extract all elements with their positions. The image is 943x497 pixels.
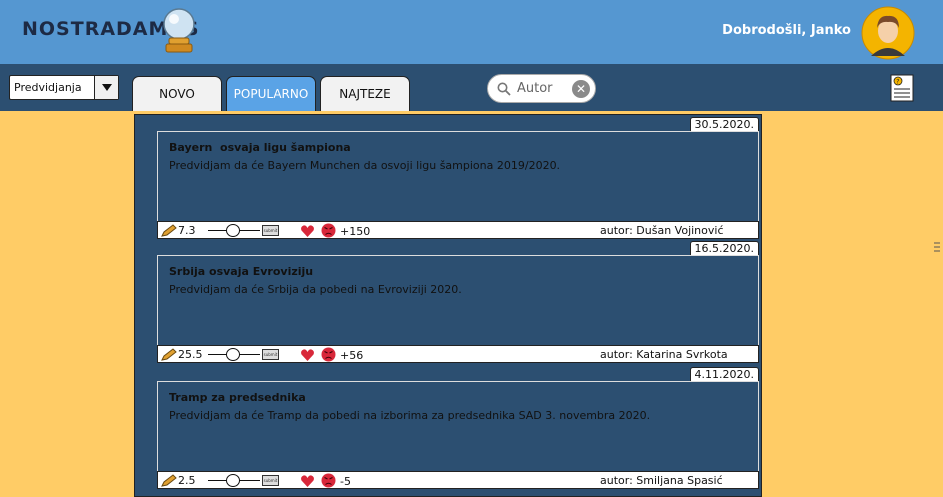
rules-document-icon[interactable]: ?: [890, 74, 914, 102]
search-input[interactable]: Autor: [517, 81, 553, 96]
welcome-message: Dobrodošli, Janko: [722, 23, 851, 38]
pencil-icon: [161, 348, 177, 361]
clear-icon[interactable]: ✕: [572, 80, 590, 98]
crystal-ball-icon: [163, 8, 195, 53]
card-footer: 25.5 submit +56 autor: Katarina Svrkota: [157, 345, 759, 363]
tab-popularno[interactable]: POPULARNO: [226, 76, 316, 111]
prediction-feed: 30.5.2020. Bayern osvaja ligu šampiona P…: [134, 114, 762, 497]
angry-face-icon[interactable]: [321, 347, 336, 362]
search-icon: [497, 82, 511, 96]
card-text: Predvidjam da će Tramp da pobedi na izbo…: [169, 409, 651, 422]
submit-rating-button[interactable]: submit: [262, 225, 279, 236]
card-body[interactable]: Srbija osvaja Evroviziju Predvidjam da ć…: [157, 255, 759, 346]
card-footer: 2.5 submit -5 autor: Smiljana Spasić: [157, 471, 759, 489]
prediction-card: 30.5.2020. Bayern osvaja ligu šampiona P…: [157, 117, 759, 240]
tab-najteze[interactable]: NAJTEZE: [320, 76, 410, 111]
card-text: Predvidjam da će Srbija da pobedi na Evr…: [169, 283, 462, 296]
author-label[interactable]: autor: Smiljana Spasić: [600, 474, 723, 487]
rating-slider-knob[interactable]: [226, 348, 240, 361]
heart-icon[interactable]: [300, 474, 315, 488]
vote-count: +150: [340, 225, 371, 238]
author-label[interactable]: autor: Dušan Vojinović: [600, 224, 724, 237]
heart-icon[interactable]: [300, 348, 315, 362]
heart-icon[interactable]: [300, 224, 315, 238]
vote-count: +56: [340, 349, 364, 362]
rating-slider-knob[interactable]: [226, 474, 240, 487]
card-body[interactable]: Tramp za predsednika Predvidjam da će Tr…: [157, 381, 759, 472]
pencil-icon: [161, 474, 177, 487]
rating-slider-knob[interactable]: [226, 224, 240, 237]
submit-rating-button[interactable]: submit: [262, 349, 279, 360]
user-avatar-icon[interactable]: [861, 6, 915, 60]
angry-face-icon[interactable]: [321, 223, 336, 238]
prediction-card: 16.5.2020. Srbija osvaja Evroviziju Pred…: [157, 241, 759, 364]
card-title: Srbija osvaja Evroviziju: [169, 265, 314, 278]
chevron-down-icon[interactable]: [94, 76, 118, 99]
vote-count: -5: [340, 475, 351, 488]
difficulty-score: 2.5: [178, 474, 196, 487]
card-footer: 7.3 submit +150 autor: Dušan Vojinović: [157, 221, 759, 239]
submit-rating-button[interactable]: submit: [262, 475, 279, 486]
angry-face-icon[interactable]: [321, 473, 336, 488]
card-title: Tramp za predsednika: [169, 391, 306, 404]
svg-text:?: ?: [896, 79, 899, 86]
card-title: Bayern osvaja ligu šampiona: [169, 141, 351, 154]
post-date: 16.5.2020.: [689, 241, 759, 255]
tab-novo[interactable]: NOVO: [132, 76, 222, 111]
difficulty-score: 7.3: [178, 224, 196, 237]
difficulty-score: 25.5: [178, 348, 203, 361]
category-select-value: Predvidjanja: [14, 81, 82, 94]
author-search-box[interactable]: Autor ✕: [487, 74, 596, 103]
post-date: 30.5.2020.: [689, 117, 759, 131]
app-header: NOSTRADAMUS Dobrodošli, Janko: [0, 0, 943, 64]
prediction-card: 4.11.2020. Tramp za predsednika Predvidj…: [157, 367, 759, 490]
category-select[interactable]: Predvidjanja: [9, 75, 119, 100]
pencil-icon: [161, 224, 177, 237]
card-body[interactable]: Bayern osvaja ligu šampiona Predvidjam d…: [157, 131, 759, 222]
post-date: 4.11.2020.: [689, 367, 759, 381]
scrollbar-grip[interactable]: [933, 240, 941, 254]
card-text: Predvidjam da će Bayern Munchen da osvoj…: [169, 159, 561, 172]
navigation-bar: Predvidjanja NOVO POPULARNO NAJTEZE Auto…: [0, 64, 943, 111]
author-label[interactable]: autor: Katarina Svrkota: [600, 348, 728, 361]
